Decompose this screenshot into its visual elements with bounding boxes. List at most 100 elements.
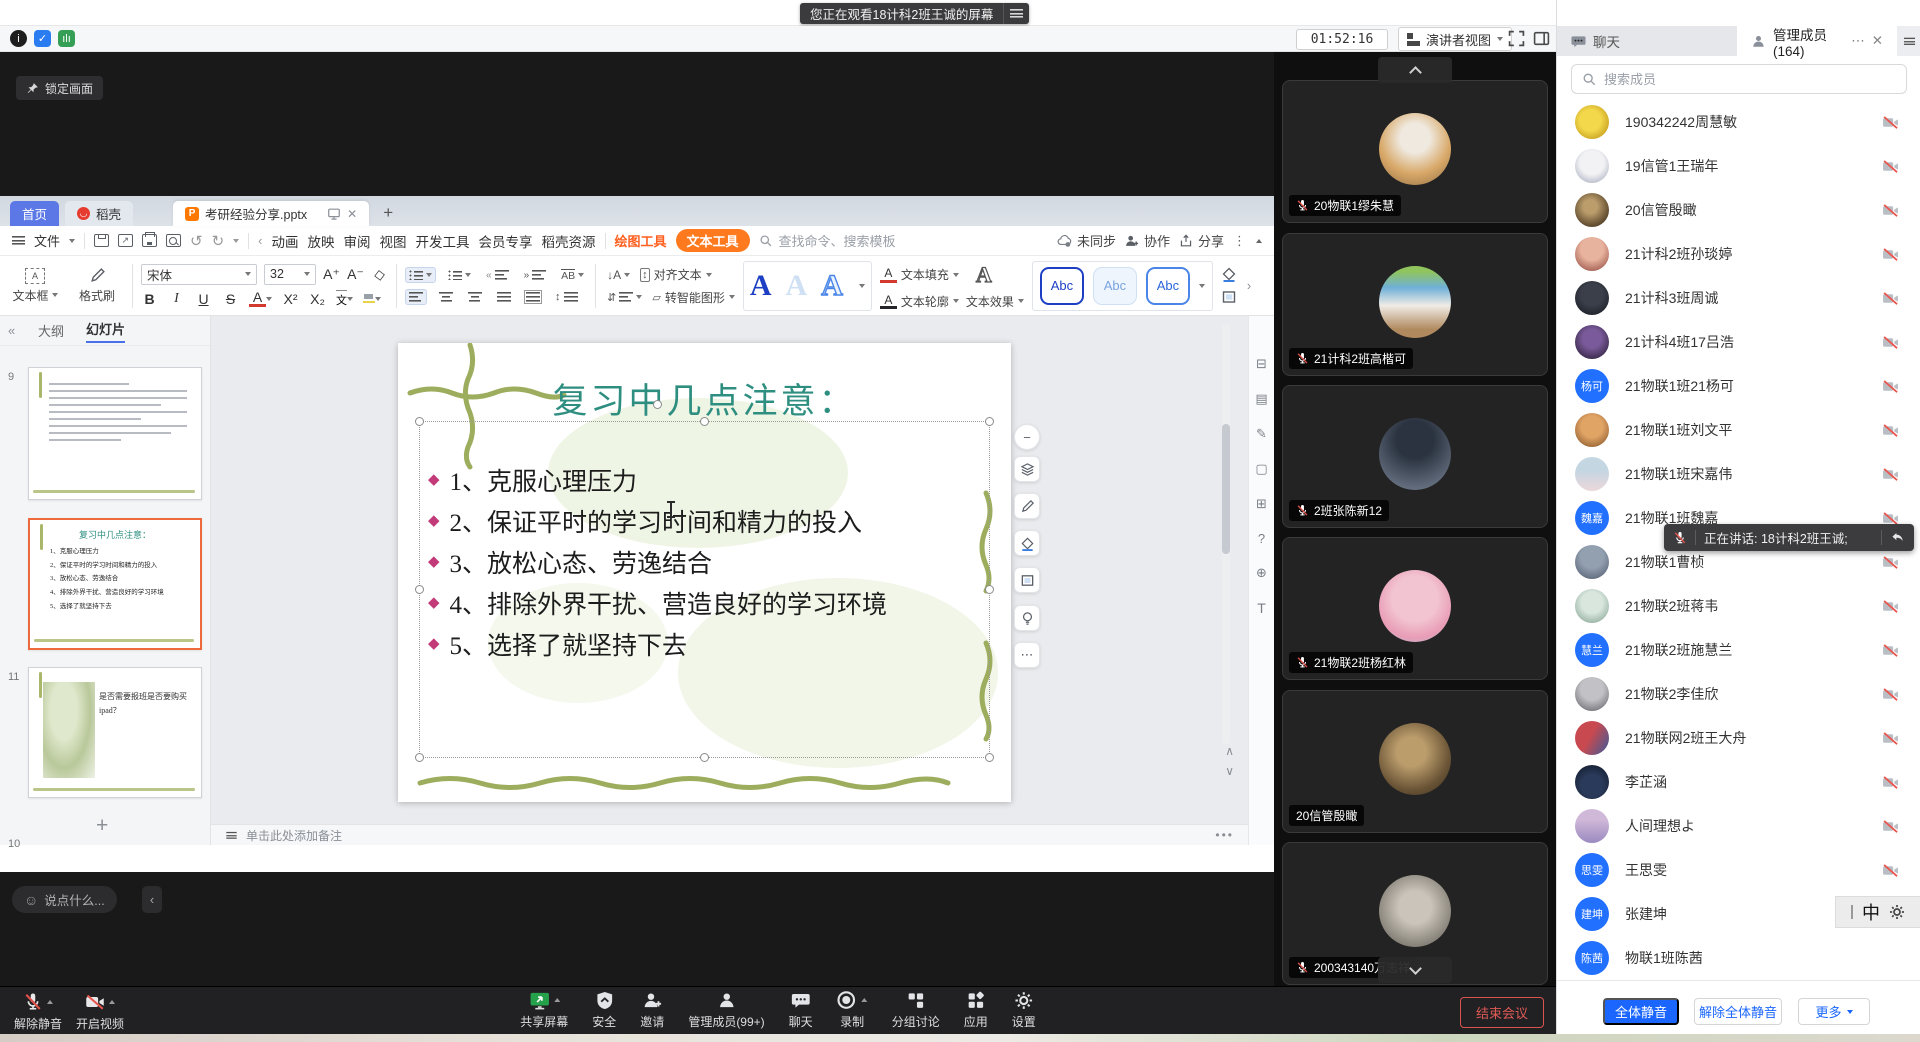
member-row[interactable]: 21物联2班蒋韦 <box>1557 584 1920 628</box>
font-size-select[interactable]: 32 <box>264 264 316 285</box>
shape-outline-icon[interactable] <box>1221 289 1237 305</box>
member-row[interactable]: 20信管殷瞰 <box>1557 188 1920 232</box>
print-icon[interactable] <box>142 234 157 247</box>
strikethrough-icon[interactable]: S <box>222 291 239 307</box>
info-tray-icon[interactable]: i <box>10 30 27 47</box>
panel-more-icon[interactable]: ⋯ <box>1851 33 1865 49</box>
scrollbar-thumb[interactable] <box>1222 424 1230 554</box>
shape-fill-button[interactable] <box>1014 530 1040 556</box>
manage-members-button[interactable]: 管理成员(99+) <box>688 990 764 1030</box>
menu-draw-tools[interactable]: 绘图工具 <box>615 231 667 250</box>
shape-style-1[interactable]: Abc <box>1040 267 1084 305</box>
tab-chat[interactable]: 聊天 <box>1557 26 1737 56</box>
subscript-icon[interactable]: X₂ <box>309 291 326 307</box>
member-row[interactable]: 陈茜物联1班陈茜 <box>1557 936 1920 980</box>
panel-close-icon[interactable]: ✕ <box>1872 33 1883 49</box>
stats-tray-icon[interactable]: ılı <box>58 30 75 47</box>
sync-status-button[interactable]: 未同步 <box>1057 231 1116 250</box>
quick-chat-input[interactable]: ☺ 说点什么... <box>12 886 117 913</box>
collapse-pane-icon[interactable]: « <box>8 323 15 338</box>
lock-screen-button[interactable]: 锁定画面 <box>16 76 103 100</box>
shape-style-2[interactable]: Abc <box>1093 267 1137 305</box>
line-spacing-2-button[interactable]: ⇵ <box>604 289 645 306</box>
video-tile[interactable]: 20信管殷瞰 <box>1282 690 1548 833</box>
member-row[interactable]: 思雯王思雯 <box>1557 848 1920 892</box>
shape-fill-icon[interactable] <box>1221 266 1237 282</box>
member-row[interactable]: 190342242周慧敏 <box>1557 100 1920 144</box>
invite-button[interactable]: 邀请 <box>640 990 664 1030</box>
tab-outline[interactable]: 大纲 <box>38 321 64 340</box>
to-smartart-button[interactable]: ▱转智能图形 <box>652 289 734 306</box>
slide-thumbnail-10[interactable]: 复习中几点注意： 1、克服心理压力 2、保证平时的学习时间和精力的投入 3、放松… <box>28 518 202 650</box>
video-tile[interactable]: 21计科2班高楷可 <box>1282 233 1548 376</box>
rail-plugin-icon[interactable]: ⊕ <box>1256 565 1267 581</box>
breakout-rooms-button[interactable]: 分组讨论 <box>892 990 940 1030</box>
tab-document[interactable]: P 考研经验分享.pptx ✕ <box>173 201 369 226</box>
numbered-list-button[interactable] <box>445 268 474 282</box>
new-slide-button[interactable]: + <box>96 814 108 838</box>
share-screen-button[interactable]: 共享屏幕 <box>520 990 568 1030</box>
scroll-videos-down-button[interactable] <box>1378 957 1452 983</box>
rail-grid-icon[interactable]: ⊞ <box>1256 496 1267 512</box>
rail-edit-icon[interactable]: ✎ <box>1256 426 1267 442</box>
member-row[interactable]: 21计科4班17吕浩 <box>1557 320 1920 364</box>
member-row[interactable]: 21物联1班刘文平 <box>1557 408 1920 452</box>
ribbon-scroll-right-icon[interactable]: › <box>1247 278 1251 293</box>
menu-developer[interactable]: 开发工具 <box>416 231 470 251</box>
wordart-style-2[interactable]: A <box>786 269 808 303</box>
export-icon[interactable] <box>118 234 133 247</box>
scroll-videos-up-button[interactable] <box>1378 57 1452 83</box>
slide-thumbnail-9[interactable] <box>28 367 202 500</box>
settings-button[interactable]: 设置 <box>1012 990 1036 1030</box>
canvas-scrollbar[interactable] <box>1222 324 1230 744</box>
tab-slides[interactable]: 幻灯片 <box>86 319 125 343</box>
unmute-button[interactable]: 解除静音 <box>14 992 62 1032</box>
rail-text-icon[interactable]: T <box>1257 600 1266 616</box>
video-tile[interactable]: 21物联2班杨红林 <box>1282 537 1548 680</box>
wordart-more-icon[interactable] <box>859 284 865 288</box>
tab-members[interactable]: 管理成员(164) ⋯ ✕ <box>1737 26 1897 56</box>
align-center-icon[interactable] <box>436 290 456 304</box>
video-tile[interactable]: 2班张陈新12 <box>1282 385 1548 528</box>
rail-properties-icon[interactable]: ⊟ <box>1256 356 1267 372</box>
pen-tool-button[interactable] <box>1014 493 1040 519</box>
member-row[interactable]: 21物联网2班王大舟 <box>1557 716 1920 760</box>
menu-file[interactable]: 文件 <box>34 231 60 250</box>
menu-animation[interactable]: 动画 <box>272 231 299 251</box>
frame-button[interactable] <box>1014 567 1040 593</box>
unmute-all-button[interactable]: 解除全体静音 <box>1694 998 1782 1025</box>
more-history-icon[interactable] <box>233 239 239 243</box>
scroll-menus-left-icon[interactable]: ‹ <box>258 233 262 248</box>
command-search-box[interactable]: 查找命令、搜索模板 <box>759 231 896 250</box>
superscript-icon[interactable]: X² <box>282 291 299 307</box>
align-text-button[interactable]: ↕对齐文本 <box>640 266 712 283</box>
text-fill-button[interactable]: A文本填充 <box>880 266 959 283</box>
notes-more-icon[interactable]: ••• <box>1215 828 1234 842</box>
menu-docer-resources[interactable]: 稻壳资源 <box>542 231 596 251</box>
member-row[interactable]: 人间理想よ <box>1557 804 1920 848</box>
record-button[interactable]: 录制 <box>837 990 868 1030</box>
menu-membership[interactable]: 会员专享 <box>479 231 533 251</box>
member-row[interactable]: 21计科2班孙琰婷 <box>1557 232 1920 276</box>
menu-text-tools[interactable]: 文本工具 <box>676 229 750 252</box>
side-panel-toggle-icon[interactable] <box>1533 30 1550 47</box>
text-effects-button[interactable]: 文本效果 <box>966 293 1024 310</box>
idea-button[interactable] <box>1014 605 1040 631</box>
fullscreen-icon[interactable] <box>1508 30 1525 47</box>
present-icon[interactable] <box>327 207 341 221</box>
shape-style-gallery[interactable]: Abc Abc Abc <box>1032 261 1213 311</box>
line-spacing-icon[interactable]: ↕ <box>552 289 581 305</box>
wordart-gallery[interactable]: A A A <box>743 261 872 311</box>
chat-button[interactable]: 聊天 <box>789 990 813 1030</box>
collapse-toolbar-button[interactable]: − <box>1014 424 1040 450</box>
new-tab-button[interactable]: + <box>383 203 393 223</box>
mute-all-button[interactable]: 全体静音 <box>1603 998 1679 1025</box>
main-menu-icon[interactable] <box>12 236 25 245</box>
menu-view[interactable]: 视图 <box>380 231 407 251</box>
next-slide-icon[interactable]: ∨ <box>1225 764 1234 778</box>
slide-bullet-list[interactable]: ◆1、克服心理压力 ◆2、保证平时的学习时间和精力的投入 ◆3、放松心态、劳逸结… <box>428 459 887 664</box>
wordart-style-3[interactable]: A <box>821 269 843 303</box>
start-video-button[interactable]: 开启视频 <box>76 992 124 1032</box>
app-logo-icon[interactable]: ✓ <box>34 30 51 47</box>
current-slide[interactable]: 复习中几点注意： ◆1、克服心理压力 ◆2、保证平时的学习时间和精力的投入 ◆ <box>398 343 1011 802</box>
